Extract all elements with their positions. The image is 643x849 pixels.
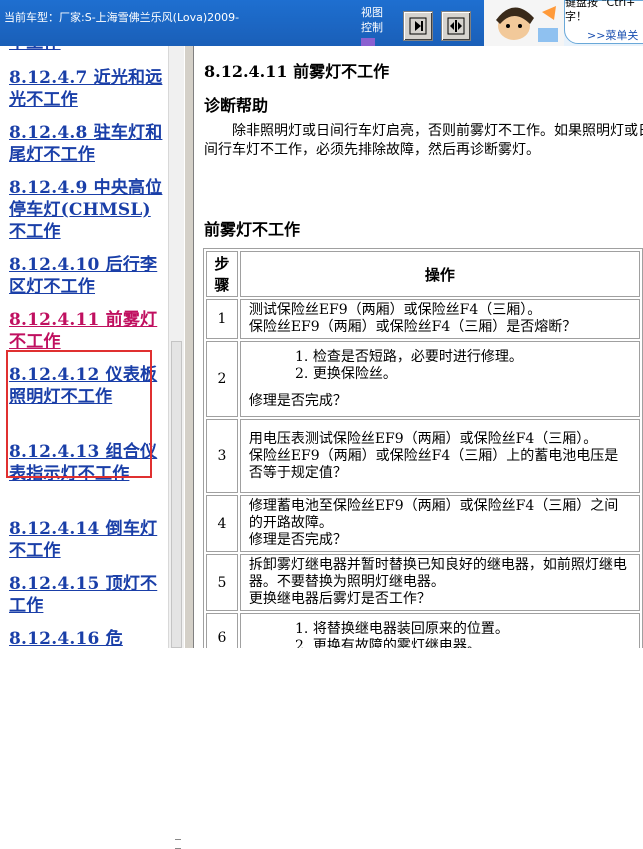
table-row: 6 将替换继电器装回原来的位置。 更换有故障的雾灯继电器。: [206, 613, 640, 648]
toc-panel: 不工作 8.12.4.7 近光和远光不工作 8.12.4.8 驻车灯和尾灯不工作…: [0, 46, 168, 648]
operation-list-item: 将替换继电器装回原来的位置。: [313, 621, 631, 638]
toc-item-8-12-4-9[interactable]: 8.12.4.9 中央高位停车灯(CHMSL)不工作: [9, 177, 163, 243]
toc-item-8-12-4-8[interactable]: 8.12.4.8 驻车灯和尾灯不工作: [9, 122, 163, 166]
header-step: 步骤: [206, 251, 238, 297]
header-operation: 操作: [239, 251, 640, 297]
menu-close-link[interactable]: >>菜单关: [587, 27, 638, 43]
toc-scrollbar[interactable]: [168, 46, 184, 849]
diagnostic-help-heading: 诊断帮助: [204, 96, 269, 115]
table-row: 5 拆卸雾灯继电器并暂时替换已知良好的继电器，如前照灯继电器。不要替换为照明灯继…: [206, 554, 640, 611]
section-title: 前雾灯不工作: [204, 220, 301, 239]
step-number: 3: [206, 419, 238, 493]
content-panel: 8.12.4.11 前雾灯不工作 诊断帮助 除非照明灯或日间行车灯启亮，否则前雾…: [194, 46, 643, 648]
top-header-bar: 当前车型：厂家:S-上海雪佛兰乐风(Lova)2009- 视图 控制 键盘按 "…: [0, 0, 643, 46]
hint-text: 键盘按 "Ctrl+ 字！: [565, 0, 643, 24]
toc-item-8-12-4-15[interactable]: 8.12.4.15 顶灯不工作: [9, 573, 163, 617]
diagnostic-help-body: 除非照明灯或日间行车灯启亮，否则前雾灯不工作。如果照明灯或日间行车灯不工作，必须…: [204, 123, 643, 158]
scroll-grip-icon: [175, 839, 181, 849]
table-row: 1 测试保险丝EF9（两厢）或保险丝F4（三厢）。 保险丝EF9（两厢）或保险丝…: [206, 299, 640, 339]
operation-line: 保险丝EF9（两厢）或保险丝F4（三厢）是否熔断？: [248, 319, 577, 335]
arrow-right-bar-icon: [409, 17, 427, 35]
operation-question: 修理是否完成？: [248, 392, 347, 409]
table-row: 3 用电压表测试保险丝EF9（两厢）或保险丝F4（三厢）。 保险丝EF9（两厢）…: [206, 419, 640, 493]
step-operation: 拆卸雾灯继电器并暂时替换已知良好的继电器，如前照灯继电器。不要替换为照明灯继电器…: [239, 554, 640, 611]
step-operation: 用电压表测试保险丝EF9（两厢）或保险丝F4（三厢）。 保险丝EF9（两厢）或保…: [239, 419, 640, 493]
operation-line: 修理是否完成？: [248, 532, 347, 548]
diagnostic-help-text: 除非照明灯或日间行车灯启亮，否则前雾灯不工作。如果照明灯或日间行车灯不工作，必须…: [204, 122, 643, 160]
toc-scrollbar-thumb[interactable]: [171, 341, 182, 849]
operation-line: 用电压表测试保险丝EF9（两厢）或保险丝F4（三厢）。: [248, 430, 598, 447]
hint-line2: 字！: [565, 10, 587, 23]
panel-splitter[interactable]: [184, 46, 194, 648]
hint-line1: 键盘按 "Ctrl+: [565, 0, 636, 9]
table-row: 2 检查是否短路，必要时进行修理。 更换保险丝。 修理是否完成？: [206, 341, 640, 417]
step-number: 4: [206, 495, 238, 552]
split-view-button[interactable]: [441, 11, 471, 41]
toc-item-8-12-4-11[interactable]: 8.12.4.11 前雾灯不工作: [9, 309, 163, 353]
diagnostic-steps-table: 步骤 操作 1 测试保险丝EF9（两厢）或保险丝F4（三厢）。 保险丝EF9（两…: [203, 248, 643, 648]
toc-item-8-12-4-16[interactable]: 8.12.4.16 危: [9, 628, 163, 648]
step-number: 2: [206, 341, 238, 417]
step-number: 6: [206, 613, 238, 648]
toggle-panel-button[interactable]: [403, 11, 433, 41]
view-control-line2: 控制: [361, 21, 383, 34]
view-control-line1: 视图: [361, 6, 383, 19]
step-number: 1: [206, 299, 238, 339]
toc-item-8-12-4-10[interactable]: 8.12.4.10 后行李区灯不工作: [9, 254, 163, 298]
current-car-model: 当前车型：厂家:S-上海雪佛兰乐风(Lova)2009-: [4, 11, 240, 24]
page-title: 8.12.4.11 前雾灯不工作: [204, 62, 390, 81]
view-control-indicator: [361, 38, 375, 46]
toc-item-partial[interactable]: 不工作: [9, 46, 163, 54]
toc-item-8-12-4-14[interactable]: 8.12.4.14 倒车灯不工作: [9, 518, 163, 562]
toc-item-8-12-4-7[interactable]: 8.12.4.7 近光和远光不工作: [9, 67, 163, 111]
operation-line: 测试保险丝EF9（两厢）或保险丝F4（三厢）。: [248, 302, 542, 318]
operation-line: 更换继电器后雾灯是否工作？: [248, 591, 431, 607]
operation-list-item: 更换有故障的雾灯继电器。: [313, 638, 631, 648]
operation-line: 保险丝EF9（两厢）或保险丝F4（三厢）上的蓄电池电压是否等于规定值？: [248, 447, 619, 481]
table-header-row: 步骤 操作: [206, 251, 640, 297]
table-row: 4 修理蓄电池至保险丝EF9（两厢）或保险丝F4（三厢）之间的开路故障。 修理是…: [206, 495, 640, 552]
split-arrows-icon: [447, 17, 465, 35]
selection-highlight-box: [6, 350, 152, 478]
step-operation: 将替换继电器装回原来的位置。 更换有故障的雾灯继电器。: [239, 613, 640, 648]
assistant-avatar-icon: [484, 0, 564, 46]
view-control-label: 视图 控制: [361, 5, 397, 46]
operation-line: 拆卸雾灯继电器并暂时替换已知良好的继电器，如前照灯继电器。不要替换为照明灯继电器…: [248, 557, 627, 590]
step-number: 5: [206, 554, 238, 611]
step-operation: 修理蓄电池至保险丝EF9（两厢）或保险丝F4（三厢）之间的开路故障。 修理是否完…: [239, 495, 640, 552]
operation-list-item: 检查是否短路，必要时进行修理。: [313, 349, 631, 366]
operation-list-item: 更换保险丝。: [313, 366, 631, 383]
operation-line: 修理蓄电池至保险丝EF9（两厢）或保险丝F4（三厢）之间的开路故障。: [248, 498, 619, 531]
step-operation: 测试保险丝EF9（两厢）或保险丝F4（三厢）。 保险丝EF9（两厢）或保险丝F4…: [239, 299, 640, 339]
step-operation: 检查是否短路，必要时进行修理。 更换保险丝。 修理是否完成？: [239, 341, 640, 417]
